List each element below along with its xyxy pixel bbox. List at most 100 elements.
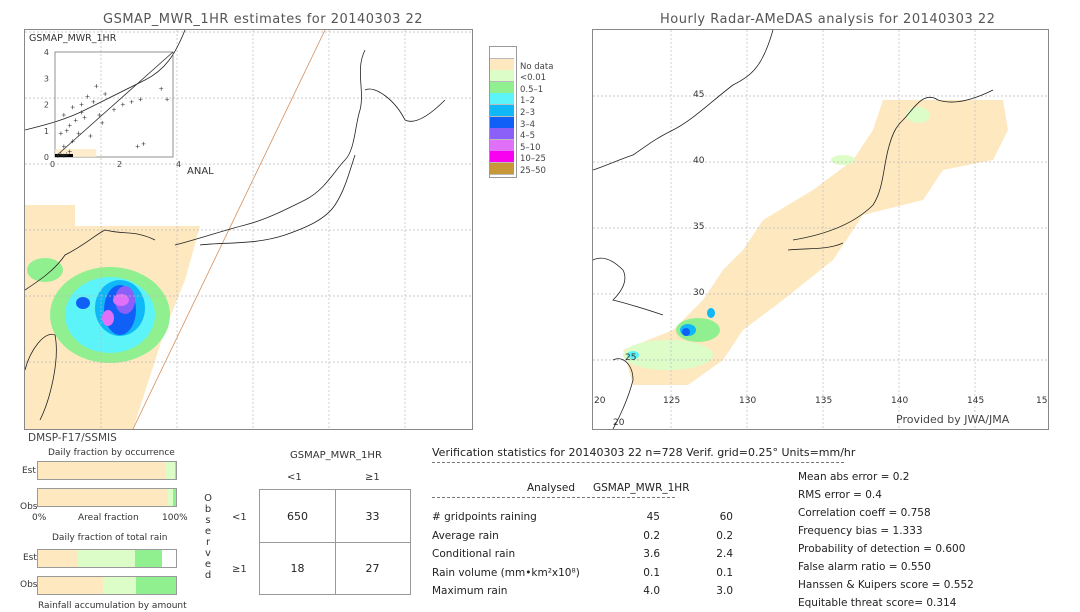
scatter-point [61, 113, 66, 117]
right-map: 45 40 35 30 25 20 20 125 130 135 140 145… [592, 29, 1049, 430]
lat-label: 45 [693, 90, 705, 100]
scatter-ytick: 3 [44, 74, 49, 83]
cell-observed-lt1-est-lt1: 650 [287, 510, 308, 523]
fraction-segment [38, 489, 168, 506]
stat-label: Rain volume (mm•km²x10⁸) [432, 566, 580, 579]
legend-item: 1–2 [490, 93, 600, 106]
occurrence-est-label: Est [22, 466, 36, 476]
total-rain-obs-label: Obs [20, 580, 38, 590]
observed-letter: v [205, 548, 211, 559]
scatter-point [64, 128, 69, 133]
scatter-point [138, 97, 143, 102]
data-credit: Provided by JWA/JMA [896, 413, 1010, 426]
scatter-xtick: 0 [50, 160, 55, 169]
score-item: False alarm ratio = 0.550 [798, 561, 931, 573]
cell-observed-ge1-est-lt1: 18 [290, 562, 305, 575]
score-item: RMS error = 0.4 [798, 489, 882, 501]
legend-swatch [490, 47, 514, 59]
scatter-point [135, 144, 140, 149]
scatter-point [103, 92, 108, 96]
scatter-point [82, 115, 87, 120]
observed-letter: O [204, 493, 212, 504]
stat-label: Maximum rain [432, 585, 508, 597]
stat-analysed: 0.1 [643, 566, 660, 579]
scatter-point [88, 134, 93, 138]
fraction-segment [38, 550, 79, 567]
legend-item: 10–25 [490, 151, 600, 164]
cell-observed-lt1-est-ge1: 33 [365, 510, 380, 523]
lat-label: 20 [613, 418, 625, 428]
contingency-col-header: ≥1 [365, 472, 380, 483]
legend-swatch [490, 128, 514, 141]
scatter-point [141, 141, 146, 146]
lon-label: 135 [815, 396, 833, 406]
satellite-label: DMSP-F17/SSMIS [28, 432, 117, 444]
legend-swatch [490, 105, 514, 117]
fraction-segment [38, 577, 103, 594]
scatter-ytick: 2 [44, 101, 49, 110]
score-item: Hanssen & Kuipers score = 0.552 [798, 579, 974, 591]
total-rain-est-label: Est [23, 553, 37, 563]
scatter-point [79, 102, 84, 107]
legend-swatch [490, 93, 514, 106]
rain-light [831, 155, 855, 165]
fraction-segment [173, 489, 176, 506]
legend-item [490, 47, 600, 59]
stat-model: 3.0 [716, 585, 733, 597]
scatter-point [129, 99, 134, 104]
stat-label: Conditional rain [432, 548, 516, 560]
occurrence-title: Daily fraction by occurrence [48, 448, 175, 458]
scatter-xtick: 4 [176, 160, 181, 169]
observed-letter: e [204, 526, 212, 537]
rain-dark [682, 328, 690, 336]
scatter-xlabel: ANAL [187, 166, 214, 177]
contingency-col-header: <1 [287, 472, 302, 483]
stat-model: 60 [719, 511, 733, 523]
legend-item: 0.5–1 [490, 81, 600, 95]
col-model: GSMAP_MWR_1HR [593, 482, 690, 494]
scatter-point [100, 120, 105, 125]
scatter-point [94, 84, 99, 89]
legend-item: 4–5 [490, 128, 600, 141]
stat-analysed: 3.6 [643, 548, 660, 560]
legend-swatch [490, 58, 514, 71]
legend-swatch [490, 151, 514, 164]
scatter-point [91, 99, 96, 104]
score-item: Equitable threat score= 0.314 [798, 597, 957, 609]
legend-swatch [490, 116, 514, 129]
observed-letter: s [205, 515, 211, 526]
contingency-row-header: ≥1 [232, 564, 247, 575]
scatter-ytick: 1 [44, 127, 49, 136]
fraction-segment [174, 462, 176, 479]
lat-label: 25 [625, 353, 637, 363]
occurrence-est-bar [37, 461, 177, 480]
right-map-title: Hourly Radar-AMeDAS analysis for 2014030… [660, 12, 996, 27]
lon-label: 130 [739, 396, 757, 406]
legend-item: 2–3 [490, 105, 600, 118]
legend-item: 25–50 [490, 163, 600, 176]
scatter-point [159, 86, 164, 91]
rain-light [27, 258, 63, 282]
left-map-title: GSMAP_MWR_1HR estimates for 20140303 22 [103, 12, 424, 27]
stat-label: # gridpoints raining [432, 511, 537, 523]
contingency-title: GSMAP_MWR_1HR [290, 450, 382, 461]
legend-item: 3–4 [490, 116, 600, 130]
scatter-point [67, 123, 72, 128]
scatter-point [112, 107, 116, 112]
occurrence-axis-label: Areal fraction [78, 513, 139, 523]
fraction-segment [38, 462, 167, 479]
color-legend: No data <0.01 0.5–1 1–2 2–3 3–4 4–5 5–10 10–25 25… [489, 46, 553, 178]
rain-dark [76, 297, 90, 309]
scatter-ytick: 0 [44, 153, 49, 162]
lat-label: 30 [693, 288, 705, 298]
fraction-segment [135, 577, 176, 594]
score-item: Frequency bias = 1.333 [798, 525, 923, 537]
contingency-table: 650 33 18 27 [259, 489, 411, 595]
left-map: GSMAP_MWR_1HR 01234024 ANAL [24, 29, 473, 430]
stat-label: Average rain [432, 529, 499, 542]
lon-label: 15 [1036, 396, 1048, 406]
scatter-point [120, 102, 125, 107]
observed-letter: r [205, 537, 211, 548]
score-item: Probability of detection = 0.600 [798, 543, 966, 555]
scatter-point [70, 105, 75, 110]
